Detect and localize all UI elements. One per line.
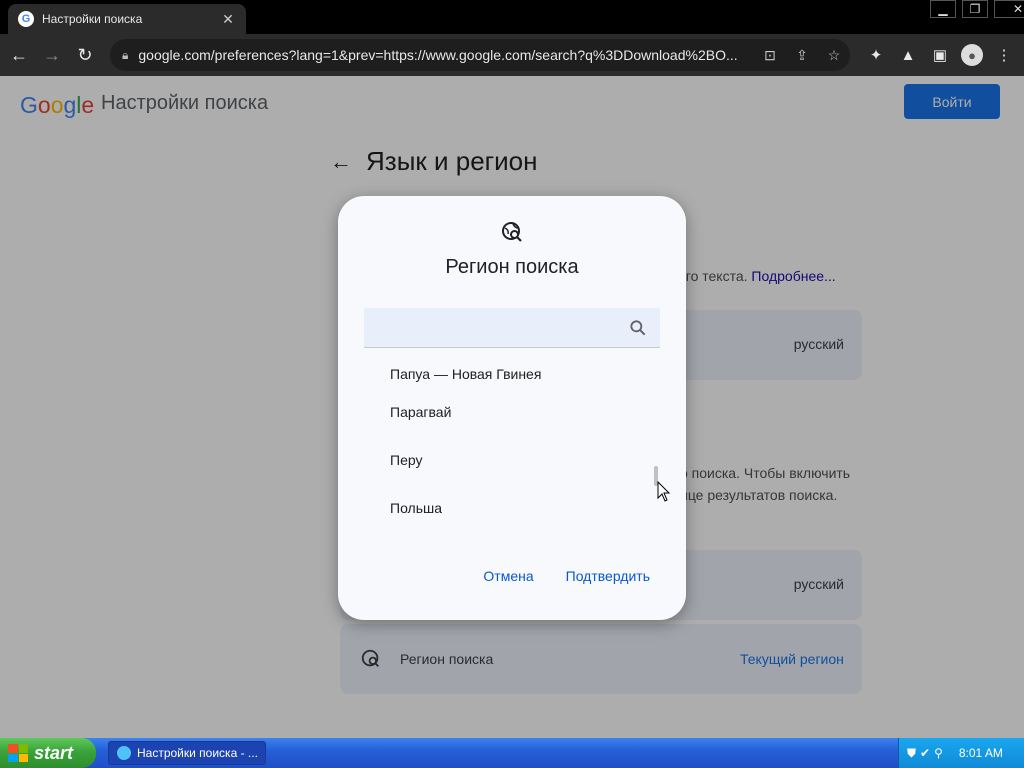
region-list[interactable]: Папуа — Новая Гвинея Парагвай Перу Польш… xyxy=(364,356,664,534)
windows-flag-icon xyxy=(8,744,28,762)
page-content: Google Настройки поиска Войти ← Язык и р… xyxy=(0,76,1024,738)
tab-strip: G Настройки поиска ✕ ▁ ❐ ✕ xyxy=(0,0,1024,34)
start-button[interactable]: start xyxy=(0,738,96,768)
cancel-button[interactable]: Отмена xyxy=(483,568,533,584)
confirm-button[interactable]: Подтвердить xyxy=(566,568,650,584)
browser-toolbar: ← → ↻ 🔒︎ google.com/preferences?lang=1&p… xyxy=(0,34,1024,76)
tab-title: Настройки поиска xyxy=(42,12,143,26)
region-dialog: Регион поиска Папуа — Новая Гвинея Параг… xyxy=(338,196,686,620)
dialog-actions: Отмена Подтвердить xyxy=(451,568,650,584)
address-bar[interactable]: 🔒︎ google.com/preferences?lang=1&prev=ht… xyxy=(110,39,850,71)
restore-icon[interactable]: ❐ xyxy=(962,0,988,18)
search-icon[interactable] xyxy=(628,318,648,338)
mouse-cursor-icon xyxy=(657,481,671,502)
browser-app-icon xyxy=(117,746,131,760)
window-controls: ▁ ❐ ✕ xyxy=(924,0,1024,18)
dialog-title: Регион поиска xyxy=(445,256,579,278)
extensions-icon[interactable]: ✦ xyxy=(862,41,890,69)
side-panel-icon[interactable]: ▣ xyxy=(926,41,954,69)
list-item[interactable]: Папуа — Новая Гвинея xyxy=(364,356,664,388)
list-item[interactable]: Польша xyxy=(364,484,664,532)
minimize-icon[interactable]: ▁ xyxy=(930,0,956,18)
bookmark-star-icon[interactable]: ☆ xyxy=(824,45,844,65)
menu-kebab-icon[interactable]: ⋮ xyxy=(990,41,1018,69)
browser-tab[interactable]: G Настройки поиска ✕ xyxy=(8,4,246,34)
security-shield-icon[interactable]: ⛊ xyxy=(907,746,916,761)
list-item[interactable]: Перу xyxy=(364,436,664,484)
list-item[interactable]: Парагвай xyxy=(364,388,664,436)
taskbar: start Настройки поиска - ... ⛊ ✔ ⚲ 8:01 … xyxy=(0,738,1024,768)
translate-icon[interactable]: ⊡ xyxy=(760,45,780,65)
lock-icon[interactable]: 🔒︎ xyxy=(122,48,128,63)
region-search-input[interactable] xyxy=(372,316,612,340)
clock: 8:01 AM xyxy=(958,746,1003,760)
labs-flask-icon[interactable]: ▲ xyxy=(894,41,922,69)
url-text[interactable]: google.com/preferences?lang=1&prev=https… xyxy=(138,47,748,63)
google-favicon-icon: G xyxy=(18,11,34,27)
system-tray: ⛊ ✔ ⚲ 8:01 AM xyxy=(898,738,1024,768)
reload-icon[interactable]: ↻ xyxy=(71,41,99,69)
close-window-icon[interactable]: ✕ xyxy=(994,0,1024,18)
search-tray-icon[interactable]: ⚲ xyxy=(934,746,943,760)
globe-search-icon xyxy=(502,222,522,242)
taskbar-chrome-item[interactable]: Настройки поиска - ... xyxy=(108,741,266,765)
share-icon[interactable]: ⇪ xyxy=(792,45,812,65)
tab-close-icon[interactable]: ✕ xyxy=(220,11,236,28)
network-icon[interactable]: ✔ xyxy=(920,746,930,760)
region-search-field[interactable] xyxy=(364,308,660,348)
back-icon[interactable]: ← xyxy=(5,41,33,69)
profile-avatar-icon[interactable]: ● xyxy=(961,44,983,66)
forward-icon[interactable]: → xyxy=(38,41,66,69)
